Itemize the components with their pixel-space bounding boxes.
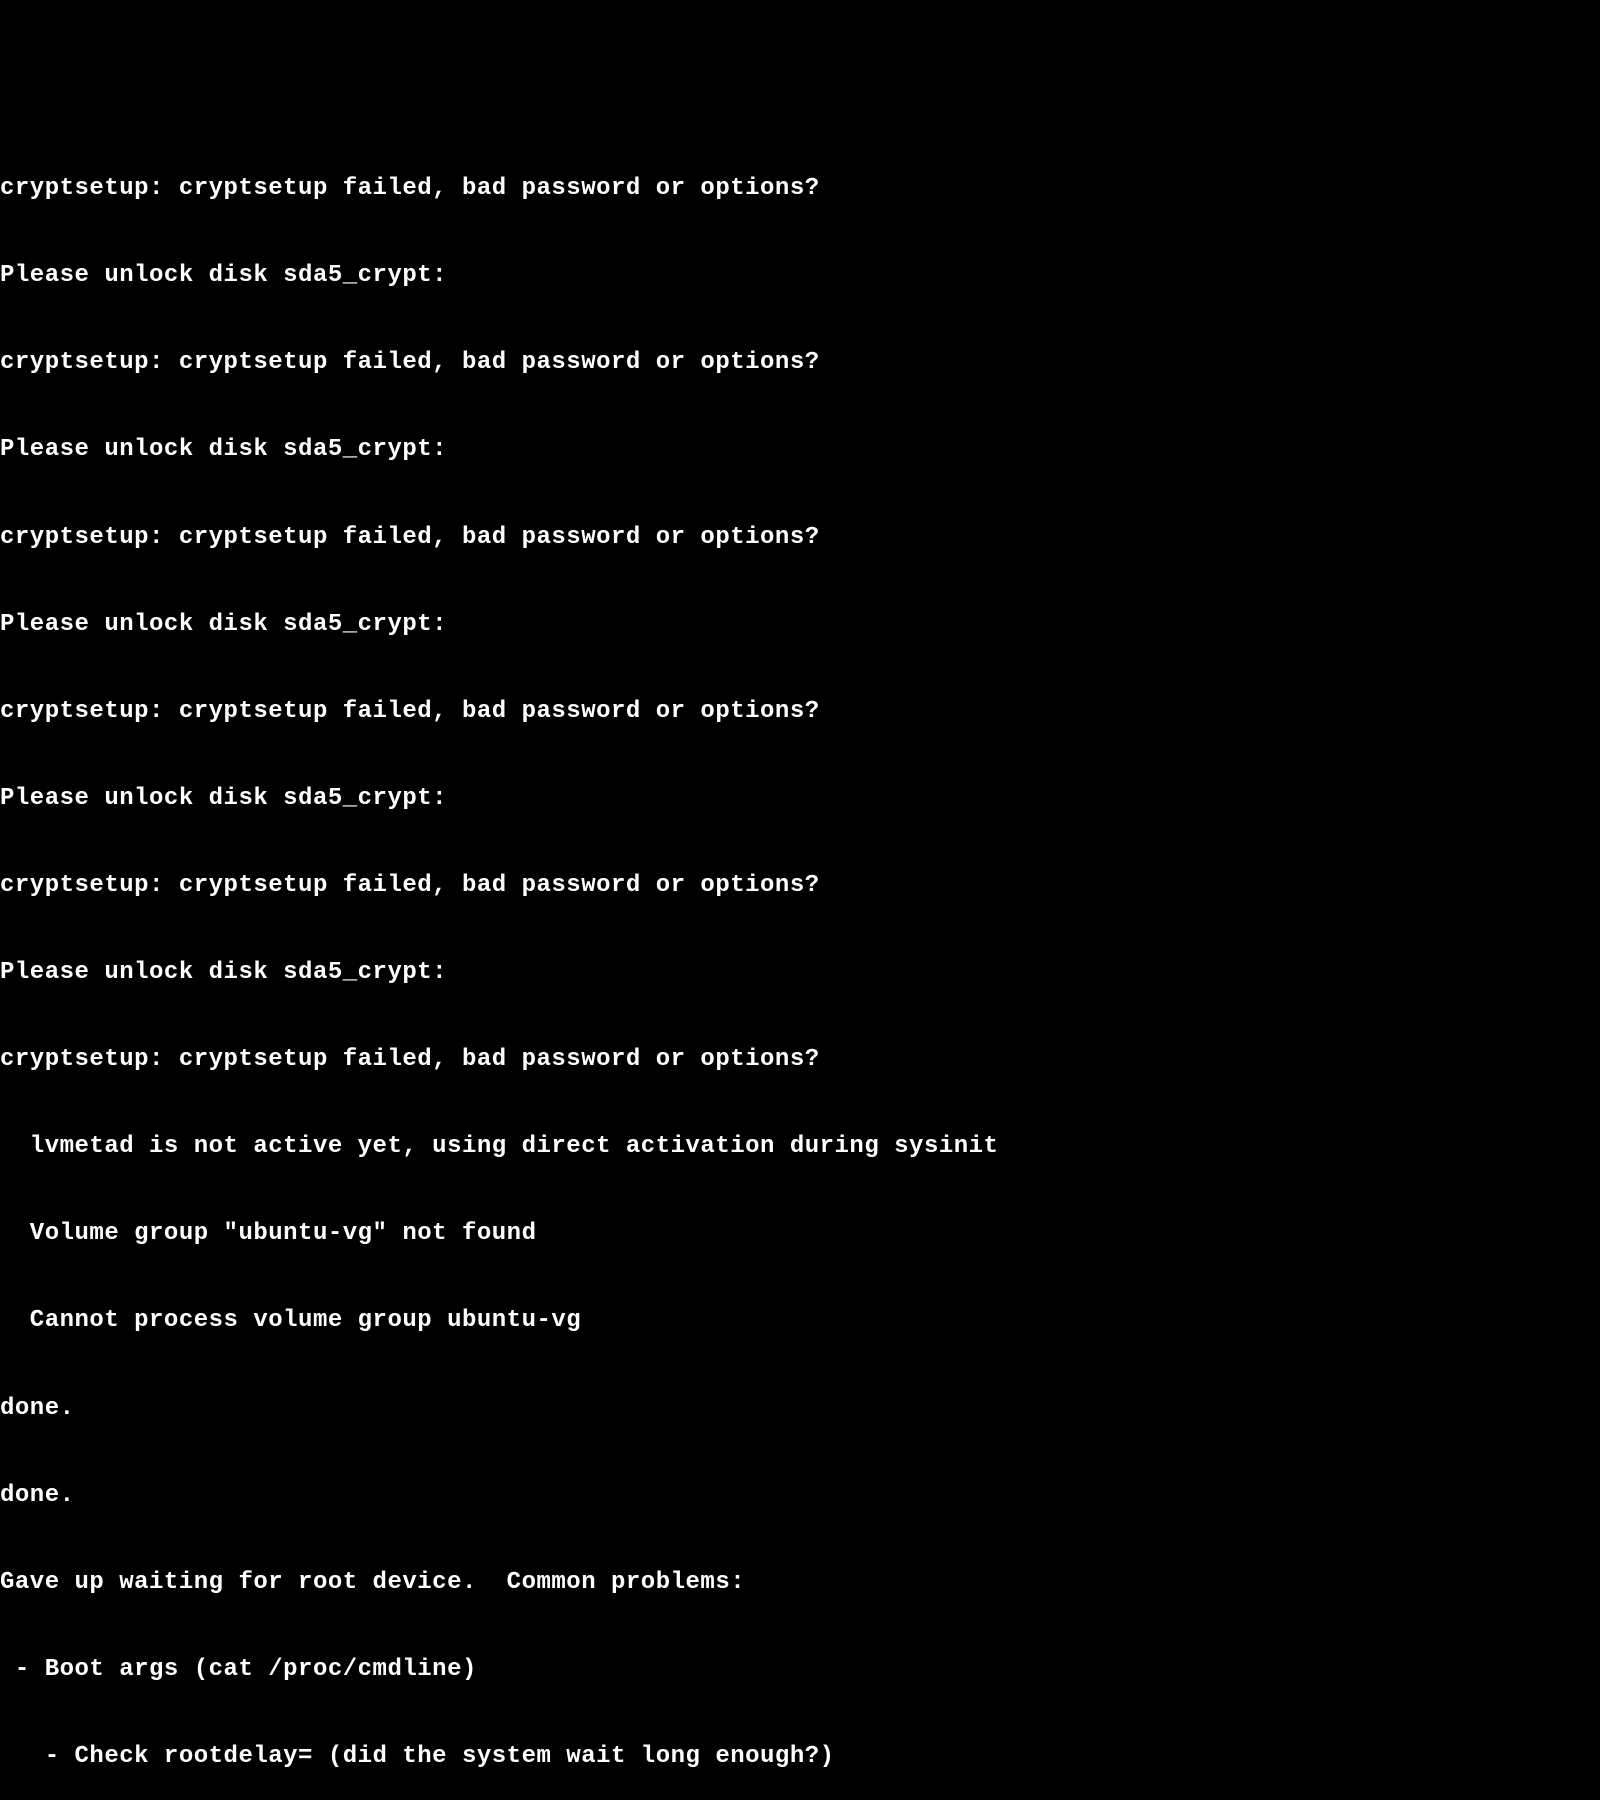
terminal-line: Please unlock disk sda5_crypt: xyxy=(0,435,1600,464)
terminal-line: cryptsetup: cryptsetup failed, bad passw… xyxy=(0,697,1600,726)
terminal-line: Please unlock disk sda5_crypt: xyxy=(0,610,1600,639)
terminal-line: Volume group "ubuntu-vg" not found xyxy=(0,1219,1600,1248)
terminal-line: cryptsetup: cryptsetup failed, bad passw… xyxy=(0,1045,1600,1074)
terminal-line: - Boot args (cat /proc/cmdline) xyxy=(0,1655,1600,1684)
terminal-output: cryptsetup: cryptsetup failed, bad passw… xyxy=(0,116,1600,1800)
terminal-line: Please unlock disk sda5_crypt: xyxy=(0,958,1600,987)
terminal-line: lvmetad is not active yet, using direct … xyxy=(0,1132,1600,1161)
terminal-line: done. xyxy=(0,1394,1600,1423)
terminal-line: Cannot process volume group ubuntu-vg xyxy=(0,1306,1600,1335)
terminal-line: done. xyxy=(0,1481,1600,1510)
terminal-line: - Check rootdelay= (did the system wait … xyxy=(0,1742,1600,1771)
terminal-line: cryptsetup: cryptsetup failed, bad passw… xyxy=(0,523,1600,552)
terminal-line: Please unlock disk sda5_crypt: xyxy=(0,784,1600,813)
terminal-line: Please unlock disk sda5_crypt: xyxy=(0,261,1600,290)
terminal-line: cryptsetup: cryptsetup failed, bad passw… xyxy=(0,174,1600,203)
terminal-line: cryptsetup: cryptsetup failed, bad passw… xyxy=(0,871,1600,900)
terminal-line: Gave up waiting for root device. Common … xyxy=(0,1568,1600,1597)
terminal-line: cryptsetup: cryptsetup failed, bad passw… xyxy=(0,348,1600,377)
